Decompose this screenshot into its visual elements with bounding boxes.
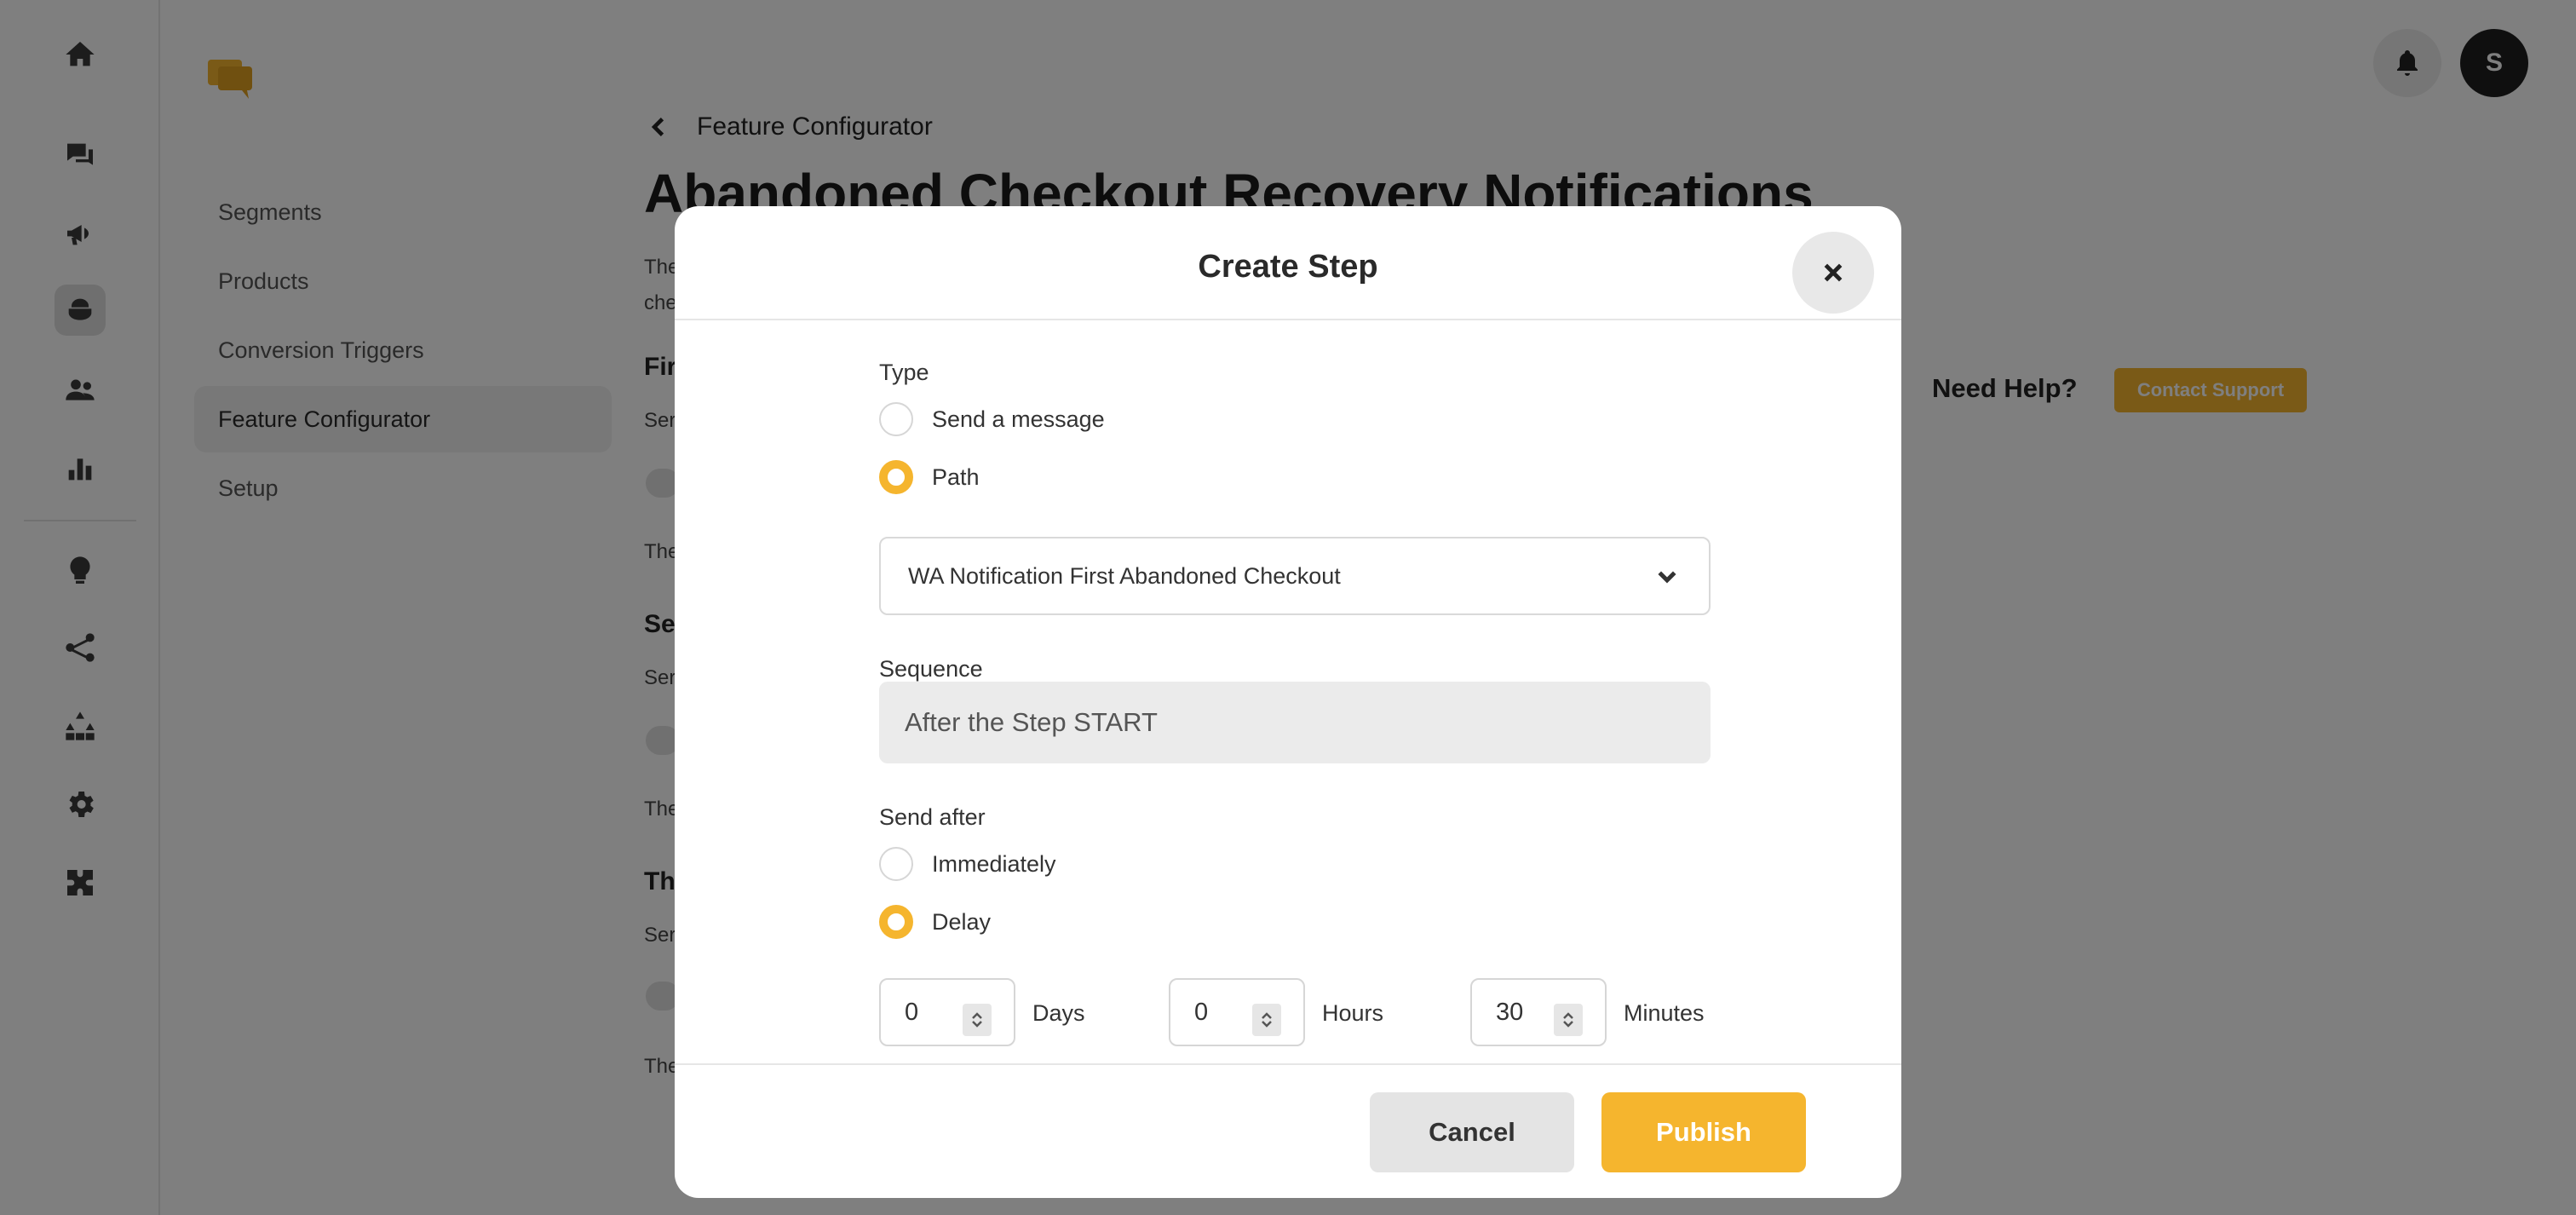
publish-button[interactable]: Publish <box>1601 1092 1806 1172</box>
sequence-label: Sequence <box>879 656 983 682</box>
radio-delay[interactable] <box>879 905 913 939</box>
radio-immediately[interactable] <box>879 847 913 881</box>
type-label: Type <box>879 360 929 385</box>
sequence-value: After the Step START <box>905 707 1158 737</box>
type-option-send-message[interactable]: Send a message <box>879 402 1105 436</box>
days-input[interactable]: 0 <box>879 978 1015 1046</box>
path-select[interactable]: WA Notification First Abandoned Checkout <box>879 537 1711 615</box>
chevron-up-icon <box>972 1012 982 1019</box>
chevron-down-icon <box>1658 571 1676 584</box>
radio-path[interactable] <box>879 460 913 494</box>
radio-label: Delay <box>932 908 992 935</box>
hours-stepper[interactable] <box>1252 1004 1281 1036</box>
modal-footer: Cancel Publish <box>675 1063 1901 1198</box>
radio-label: Send a message <box>932 406 1105 432</box>
hours-unit-label: Hours <box>1322 1000 1384 1026</box>
radio-label: Immediately <box>932 850 1056 877</box>
chevron-up-icon <box>1262 1012 1272 1019</box>
minutes-unit-label: Minutes <box>1624 1000 1705 1026</box>
minutes-input[interactable]: 30 <box>1470 978 1607 1046</box>
days-stepper[interactable] <box>963 1004 992 1036</box>
close-icon <box>1824 263 1843 282</box>
modal-header: Create Step <box>675 206 1901 320</box>
create-step-modal: Create Step Type Send a message Path WA … <box>675 206 1901 1198</box>
hours-input[interactable]: 0 <box>1169 978 1305 1046</box>
path-select-value: WA Notification First Abandoned Checkout <box>908 562 1341 589</box>
chevron-up-icon <box>1563 1012 1573 1019</box>
minutes-value: 30 <box>1496 998 1524 1026</box>
modal-title: Create Step <box>1198 249 1378 285</box>
hours-value: 0 <box>1194 998 1209 1026</box>
radio-send-message[interactable] <box>879 402 913 436</box>
send-after-label: Send after <box>879 804 986 830</box>
cancel-button[interactable]: Cancel <box>1370 1092 1574 1172</box>
chevron-down-icon <box>1563 1021 1573 1028</box>
radio-label: Path <box>932 464 980 490</box>
chevron-down-icon <box>972 1021 982 1028</box>
chevron-down-icon <box>1262 1021 1272 1028</box>
minutes-stepper[interactable] <box>1554 1004 1583 1036</box>
days-unit-label: Days <box>1032 1000 1085 1026</box>
type-option-path[interactable]: Path <box>879 460 980 494</box>
modal-body: Type Send a message Path WA Notification… <box>879 322 1711 1063</box>
days-value: 0 <box>905 998 919 1026</box>
send-after-option-delay[interactable]: Delay <box>879 905 991 939</box>
send-after-option-immediately[interactable]: Immediately <box>879 847 1056 881</box>
sequence-field: After the Step START <box>879 682 1711 763</box>
close-button[interactable] <box>1792 232 1874 314</box>
